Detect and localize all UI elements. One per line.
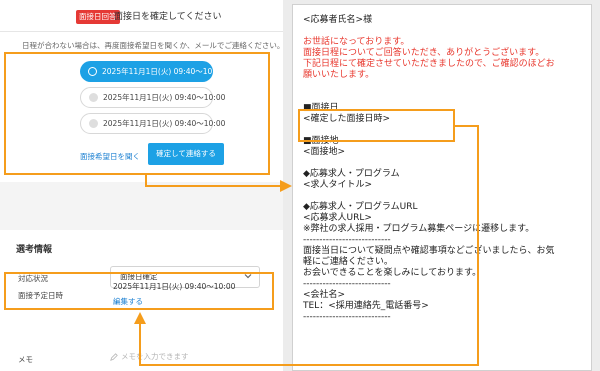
email-line: 面接日程についてご回答いただき、ありがとうございます。 <box>303 48 545 58</box>
radio-selected-icon <box>88 67 97 76</box>
email-line: --------------------------- <box>303 235 391 245</box>
email-preview: <応募者氏名>様お世話になっております。 面接日程についてご回答いただき、ありがと… <box>292 4 592 371</box>
email-line: ■面接日 <box>303 103 339 113</box>
email-line: <応募者氏名>様 <box>303 15 373 25</box>
email-line: お世話になっております。 <box>303 37 410 47</box>
email-line: 軽にご連絡ください。 <box>303 257 393 267</box>
slot-label: 2025年11月1日(火) 09:40〜10:00 <box>103 93 226 102</box>
slot-label: 2025年11月1日(火) 09:40〜10:00 <box>103 119 226 128</box>
email-line: TEL：<採用連絡先_電話番号> <box>303 301 429 311</box>
memo-input[interactable]: メモを入力できます <box>110 351 189 362</box>
section-divider <box>0 182 283 230</box>
pencil-icon <box>110 353 118 361</box>
email-blank-line <box>303 125 591 136</box>
confirm-and-notify-button[interactable]: 確定して連絡する <box>148 143 224 165</box>
email-blank-line <box>303 158 591 169</box>
interview-date-value: 2025年11月1日(火) 09:40〜10:00 <box>113 282 236 291</box>
slot-label: 2025年11月1日(火) 09:40〜10:00 <box>102 67 225 76</box>
email-line: <面接地> <box>303 147 346 157</box>
email-line: ※弊社の求人採用・プログラム募集ページに遷移します。 <box>303 224 535 234</box>
card-header: 面接日回答 面接日を確定してください <box>0 0 283 32</box>
radio-unselected-icon <box>89 119 98 128</box>
memo-label: メモ <box>18 355 33 364</box>
status-label: 対応状況 <box>18 274 48 283</box>
email-line: <会社名> <box>303 290 346 300</box>
card-title: 面接日を確定してください <box>114 12 222 22</box>
memo-placeholder: メモを入力できます <box>121 352 189 361</box>
section-title: 選考情報 <box>16 245 53 255</box>
email-body: <応募者氏名>様お世話になっております。 面接日程についてご回答いただき、ありがと… <box>303 15 591 323</box>
email-line: お会いできることを楽しみにしております。 <box>303 268 482 278</box>
email-line: 面接当日について疑問点や確認事項などございましたら、お気 <box>303 246 555 256</box>
slot-option-3[interactable]: 2025年11月1日(火) 09:40〜10:00 <box>80 113 225 134</box>
email-blank-line <box>303 92 591 103</box>
interview-answer-badge: 面接日回答 <box>76 10 120 24</box>
slot-option-2[interactable]: 2025年11月1日(火) 09:40〜10:00 <box>80 87 225 108</box>
email-line: ◆応募求人・プログラム <box>303 169 400 179</box>
radio-unselected-icon <box>89 93 98 102</box>
email-line: 下記日程にて確定させていただきましたので、ご確認のほどお <box>303 59 555 69</box>
email-line: ◆応募求人・プログラムURL <box>303 202 418 212</box>
email-line: <応募求人URL> <box>303 213 372 223</box>
chevron-down-icon <box>244 274 252 279</box>
email-line: <確定した面接日時> <box>303 114 391 124</box>
email-blank-line <box>303 191 591 202</box>
email-line: <求人タイトル> <box>303 180 373 190</box>
email-line: 願いいたします。 <box>303 70 375 80</box>
date-label: 面接予定日時 <box>18 291 63 300</box>
email-line: --------------------------- <box>303 312 391 322</box>
schedule-panel: 面接日回答 面接日を確定してください 日程が合わない場合は、再度面接希望日を聞く… <box>0 0 285 371</box>
email-blank-line <box>303 26 591 37</box>
email-line: ■面接地 <box>303 136 339 146</box>
edit-link[interactable]: 編集する <box>113 296 143 307</box>
slot-option-1[interactable]: 2025年11月1日(火) 09:40〜10:00 <box>80 61 224 82</box>
request-dates-again-link[interactable]: 面接希望日を聞く <box>80 151 140 162</box>
email-blank-line <box>303 81 591 92</box>
email-line: --------------------------- <box>303 279 391 289</box>
schedule-note: 日程が合わない場合は、再度面接希望日を聞くか、メールでご連絡ください。 <box>22 41 285 50</box>
